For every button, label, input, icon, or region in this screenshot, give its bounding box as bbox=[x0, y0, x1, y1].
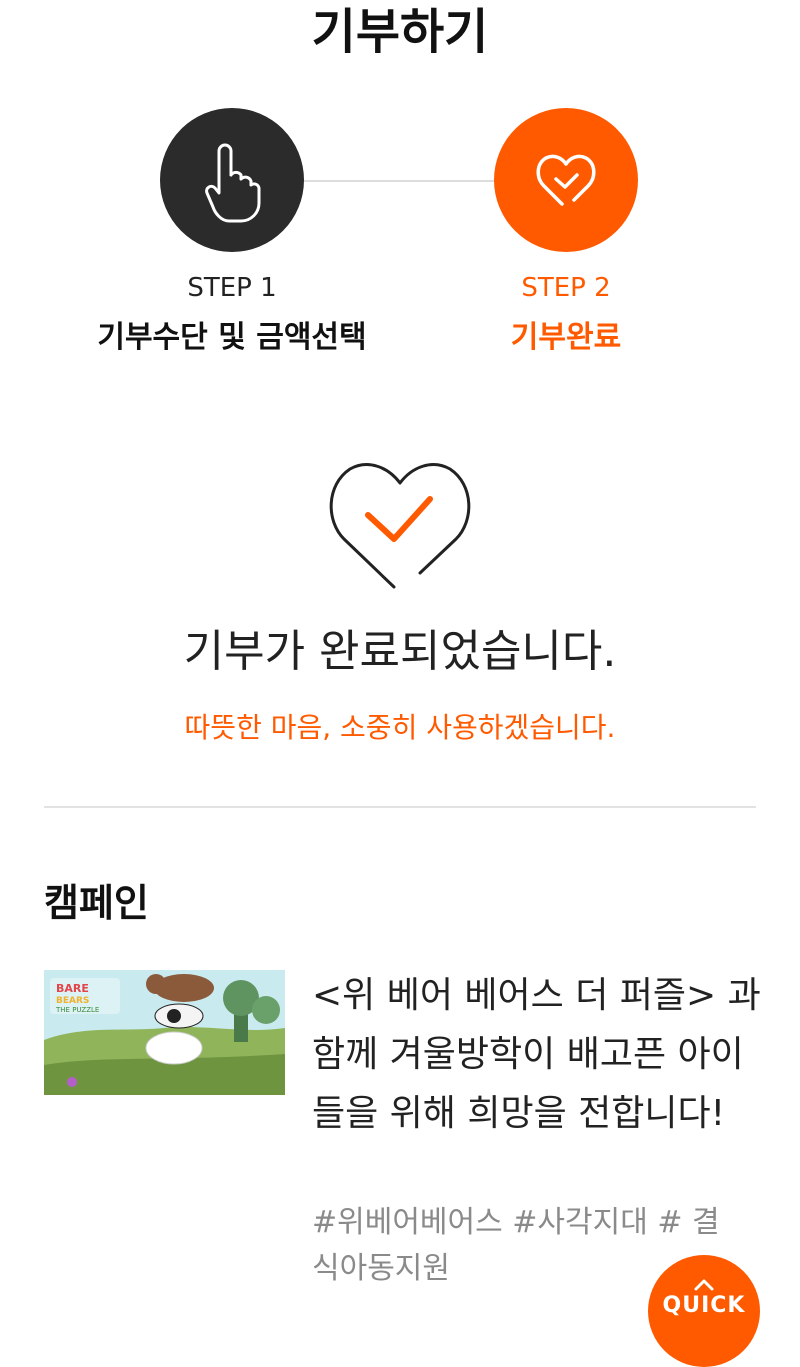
step2-name: 기부완료 bbox=[510, 320, 622, 355]
section-divider bbox=[44, 806, 756, 808]
step1-circle bbox=[160, 108, 304, 252]
step-connector-line bbox=[300, 180, 500, 182]
completion-subtitle: 따뜻한 마음, 소중히 사용하겠습니다. bbox=[184, 711, 616, 744]
step2-circle bbox=[494, 108, 638, 252]
campaign-title[interactable]: <위 베어 베어스 더 퍼즐> 과 함께 겨울방학이 배고픈 아이들을 위해 희… bbox=[312, 966, 762, 1143]
step2-label: STEP 2 bbox=[521, 273, 611, 303]
pointing-hand-icon bbox=[205, 143, 261, 223]
heart-check-icon bbox=[536, 154, 596, 206]
campaign-thumbnail[interactable]: BARE BEARS THE PUZZLE bbox=[44, 970, 285, 1095]
quick-label: QUICK bbox=[662, 1293, 746, 1318]
chevron-up-icon bbox=[694, 1279, 714, 1291]
svg-text:BEARS: BEARS bbox=[56, 996, 89, 1006]
quick-button[interactable]: QUICK bbox=[648, 1255, 760, 1367]
completion-title: 기부가 완료되었습니다. bbox=[183, 626, 617, 677]
campaign-thumbnail-image: BARE BEARS THE PUZZLE bbox=[44, 970, 285, 1095]
svg-text:THE PUZZLE: THE PUZZLE bbox=[55, 1006, 99, 1014]
page-title: 기부하기 bbox=[311, 4, 489, 60]
step1-name: 기부수단 및 금액선택 bbox=[97, 320, 367, 355]
heart-check-icon bbox=[329, 463, 471, 589]
svg-text:BARE: BARE bbox=[56, 982, 89, 995]
step1-label: STEP 1 bbox=[187, 273, 277, 303]
campaign-heading: 캠페인 bbox=[44, 881, 149, 925]
